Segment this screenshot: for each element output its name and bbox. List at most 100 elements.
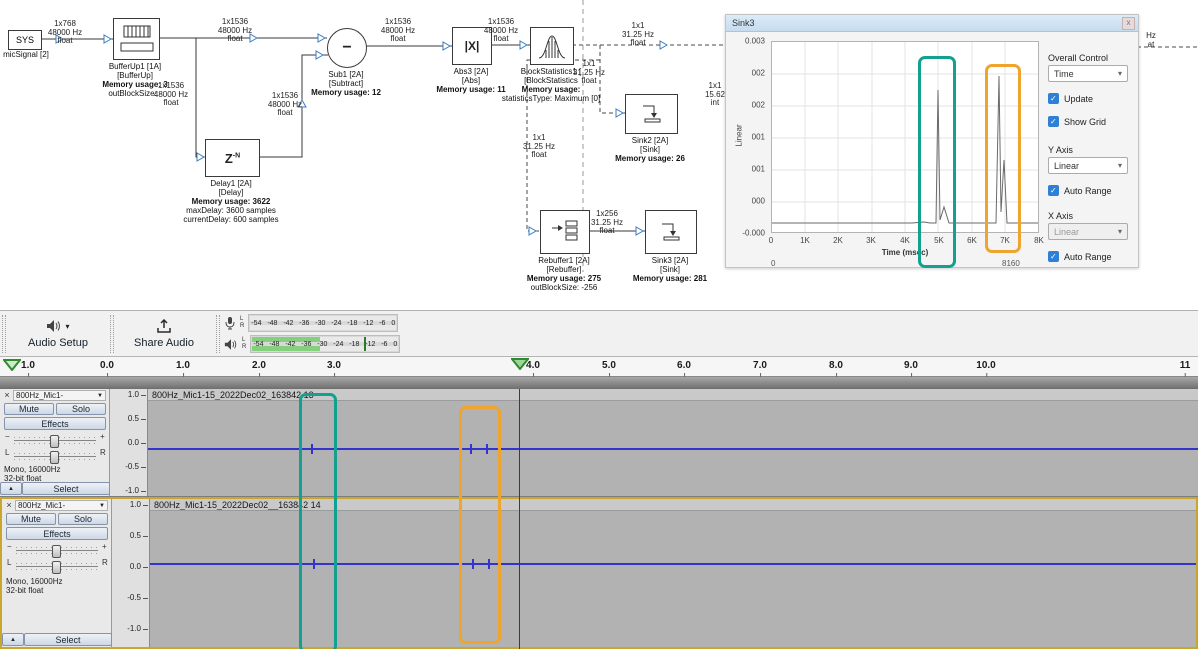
gain-slider-thumb[interactable] (52, 545, 61, 558)
mute-button[interactable]: Mute (6, 513, 56, 525)
pan-right-label: R (100, 449, 106, 457)
checkbox-checked-icon (1048, 116, 1059, 127)
block-sys[interactable]: SYS (8, 30, 42, 50)
track-2-vertical-ruler[interactable]: 1.00.50.0-0.5-1.0 (112, 499, 150, 647)
sink-icon (639, 102, 665, 126)
timeline-label: 7.0 (753, 360, 767, 371)
audio-setup-button[interactable]: ▾ Audio Setup (10, 314, 106, 354)
block-sink3[interactable] (645, 210, 697, 254)
track-1: × 800Hz_Mic1- ▼ Mute Solo Effects − + L (0, 389, 1198, 497)
track-1-control-panel: × 800Hz_Mic1- ▼ Mute Solo Effects − + L (0, 389, 110, 496)
chevron-down-icon: ▾ (65, 322, 69, 331)
y-axis-section-label: Y Axis (1048, 145, 1073, 155)
block-sink3-label: Sink3 [2A] [Sink] Memory usage: 281 (600, 256, 740, 283)
sink-icon (658, 220, 684, 244)
track-title-dropdown[interactable]: 800Hz_Mic1- ▼ (13, 390, 106, 401)
wire-label: 1x1 31.25 Hz float (566, 60, 612, 86)
track-close-button[interactable]: × (4, 500, 14, 510)
playhead-triangle-icon[interactable] (511, 358, 529, 370)
playback-meter[interactable]: L R -54-48-42-36-30-24-18-12-60 (224, 335, 400, 353)
timeline-label: 9.0 (904, 360, 918, 371)
timeline-ruler[interactable]: 1.00.01.02.03.04.05.06.07.08.09.010.011 (0, 357, 1198, 389)
track-1-vertical-ruler[interactable]: 1.00.50.0-0.5-1.0 (110, 389, 148, 496)
close-icon[interactable]: x (1122, 17, 1135, 30)
share-upload-icon (156, 319, 172, 333)
y-scale-select[interactable]: Linear ▾ (1048, 157, 1128, 174)
block-bufferup[interactable] (113, 18, 160, 60)
microphone-icon (224, 316, 236, 330)
highlight-orange-tracks (459, 406, 501, 644)
toolbar-grip[interactable] (2, 315, 6, 353)
timeline-label: 3.0 (327, 360, 341, 371)
collapse-button[interactable]: ▲ (0, 482, 22, 495)
chevron-down-icon: ▾ (1118, 227, 1122, 236)
timeline-label: 2.0 (252, 360, 266, 371)
timeline-label: 5.0 (602, 360, 616, 371)
tracks-area: × 800Hz_Mic1- ▼ Mute Solo Effects − + L (0, 389, 1198, 649)
overall-control-label: Overall Control (1048, 53, 1108, 63)
amplitude-scale: 1.00.50.0-0.5-1.0 (110, 391, 147, 495)
highlight-teal-plot (918, 56, 956, 268)
show-grid-checkbox[interactable]: Show Grid (1048, 116, 1106, 127)
effects-button[interactable]: Effects (6, 527, 108, 540)
share-audio-button[interactable]: Share Audio (118, 314, 210, 354)
gain-plus-label: + (100, 433, 105, 441)
sink3-window-title[interactable]: Sink3 (726, 15, 1138, 32)
select-button[interactable]: Select (22, 482, 110, 495)
track-close-button[interactable]: × (2, 390, 12, 400)
x-auto-range-checkbox[interactable]: Auto Range (1048, 251, 1112, 262)
track-2: × 800Hz_Mic1- ▼ Mute Solo Effects − + L (0, 497, 1198, 649)
toolbar-grip[interactable] (110, 315, 114, 353)
block-sys-label: micSignal [2] (0, 50, 96, 59)
solo-button[interactable]: Solo (56, 403, 106, 415)
gain-plus-label: + (102, 543, 107, 551)
x-scale-select[interactable]: Linear ▾ (1048, 223, 1128, 240)
block-sink2-label: Sink2 [2A] [Sink] Memory usage: 26 (580, 136, 720, 163)
block-delay[interactable]: Z-N (205, 139, 260, 177)
collapse-button[interactable]: ▲ (2, 633, 24, 646)
channel-labels: L R (242, 337, 246, 351)
pan-slider-thumb[interactable] (50, 451, 59, 464)
y-axis-labels: 0.003002002001001000-0.000 (726, 15, 769, 267)
recording-meter[interactable]: L R -54-48-42-36-30-24-18-12-60 (224, 314, 398, 332)
wire-label: 1x1536 48000 Hz float (148, 82, 194, 108)
rebuffer-icon (550, 219, 580, 245)
block-sink2[interactable] (625, 94, 678, 134)
x-range-max: 8160 (1002, 259, 1020, 268)
playback-cursor-line (519, 389, 520, 649)
x-range-min: 0 (771, 259, 775, 268)
block-subtract[interactable]: − (327, 28, 367, 68)
time-select[interactable]: Time ▾ (1048, 65, 1128, 82)
y-auto-range-checkbox[interactable]: Auto Range (1048, 185, 1112, 196)
track-title-dropdown[interactable]: 800Hz_Mic1- ▼ (15, 500, 108, 511)
wire-label: 1x768 48000 Hz float (42, 20, 88, 46)
solo-button[interactable]: Solo (58, 513, 108, 525)
subtract-symbol: − (342, 39, 351, 57)
wire-label: 1x1 31.25 Hz float (615, 22, 661, 48)
gain-minus-label: − (5, 433, 10, 441)
audacity-window: ▾ Audio Setup Share Audio L R (0, 310, 1198, 649)
track-2-control-panel: × 800Hz_Mic1- ▼ Mute Solo Effects − + L (2, 499, 112, 647)
gain-slider-thumb[interactable] (50, 435, 59, 448)
timeline-scrub-strip[interactable] (0, 376, 1198, 389)
pan-left-label: L (5, 449, 9, 457)
effects-button[interactable]: Effects (4, 417, 106, 430)
wire-label: 1x1536 48000 Hz float (262, 92, 308, 118)
select-button[interactable]: Select (24, 633, 112, 646)
pan-slider-thumb[interactable] (52, 561, 61, 574)
wire-label: 1x1536 48000 Hz float (212, 18, 258, 44)
pan-right-label: R (102, 559, 108, 567)
mute-button[interactable]: Mute (4, 403, 54, 415)
wire-label: 1x1 31.25 Hz float (516, 134, 562, 160)
checkbox-checked-icon (1048, 251, 1059, 262)
toolbar-grip[interactable] (216, 315, 220, 353)
dropdown-icon: ▼ (99, 503, 105, 509)
delay-symbol: Z-N (225, 151, 240, 166)
update-checkbox[interactable]: Update (1048, 93, 1093, 104)
meter-scale: -54-48-42-36-30-24-18-12-60 (249, 315, 397, 331)
checkbox-checked-icon (1048, 93, 1059, 104)
block-rebuffer[interactable] (540, 210, 590, 254)
timeline-options-triangle-icon[interactable] (3, 359, 21, 371)
timeline-label: 0.0 (100, 360, 114, 371)
chevron-down-icon: ▾ (1118, 69, 1122, 78)
